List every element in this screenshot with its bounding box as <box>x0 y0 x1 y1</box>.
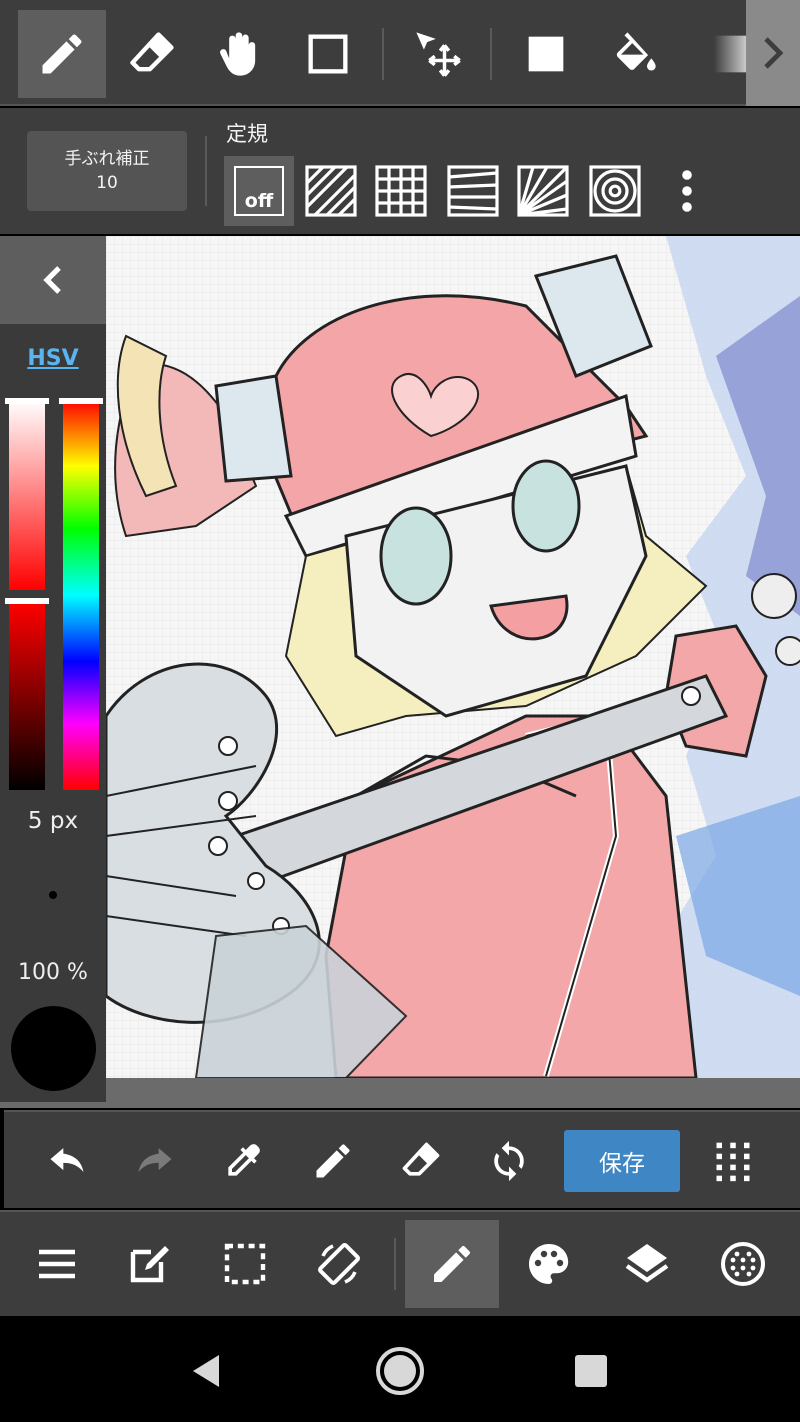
pen-icon <box>316 1144 350 1178</box>
save-button[interactable]: 保存 <box>564 1130 680 1192</box>
ruler-title: 定規 <box>226 122 268 146</box>
pen-icon <box>42 34 82 74</box>
rectangle-tool-button[interactable] <box>284 10 372 98</box>
eraser-icon <box>130 32 174 72</box>
home-circle-icon <box>376 1347 424 1395</box>
dotted-circle-icon <box>721 1242 765 1286</box>
ruler-perspective-button[interactable] <box>438 156 508 226</box>
stabilizer-button[interactable]: 手ぶれ補正 10 <box>27 131 187 211</box>
more-vertical-icon <box>682 170 692 212</box>
main-menu-button[interactable] <box>10 1220 104 1308</box>
saturation-slider[interactable] <box>5 398 49 590</box>
grid-ruler-icon <box>375 165 427 217</box>
redo-button[interactable] <box>120 1126 190 1196</box>
ruler-off-label: off <box>234 166 284 216</box>
toolbar-divider <box>382 28 384 80</box>
concentric-ruler-icon <box>589 165 641 217</box>
filled-square-icon <box>528 36 564 72</box>
move-select-tool-button[interactable] <box>394 10 482 98</box>
palette-icon <box>529 1244 569 1284</box>
ruler-divider <box>205 136 207 206</box>
color-panel: HSV 5 px 100 % <box>0 324 106 1102</box>
eyedropper-button[interactable] <box>208 1126 278 1196</box>
quick-pen-button[interactable] <box>298 1126 368 1196</box>
swap-button[interactable] <box>474 1126 544 1196</box>
ruler-bar: 手ぶれ補正 10 定規 off <box>0 108 800 234</box>
canvas-bottom-strip <box>0 1078 800 1108</box>
radial-ruler-icon <box>517 165 569 217</box>
rectangle-outline-icon <box>308 34 348 74</box>
material-button[interactable] <box>696 1220 790 1308</box>
ruler-radial-button[interactable] <box>508 156 578 226</box>
brush-size-label[interactable]: 5 px <box>0 808 106 834</box>
recents-square-icon <box>575 1355 607 1387</box>
brush-size-preview <box>49 891 57 899</box>
gradient-tool-button[interactable] <box>682 10 746 98</box>
hand-icon <box>220 32 256 76</box>
more-tools-button[interactable] <box>746 0 800 106</box>
action-bar: 保存 <box>4 1110 800 1208</box>
bucket-tool-button[interactable] <box>590 10 678 98</box>
tool-bar <box>0 0 800 106</box>
grid-dots-icon <box>716 1142 750 1182</box>
pen-tool-button[interactable] <box>18 10 106 98</box>
screen-rotation-icon <box>318 1243 360 1285</box>
color-mode-link[interactable]: HSV <box>0 346 106 371</box>
chevron-right-icon <box>764 37 784 69</box>
brush-menu-button[interactable] <box>405 1220 499 1308</box>
stabilizer-label: 手ぶれ補正 <box>64 149 150 169</box>
edit-button[interactable] <box>102 1220 196 1308</box>
back-button[interactable] <box>172 1336 242 1406</box>
collapse-panel-button[interactable] <box>0 236 106 324</box>
pen-icon <box>434 1245 470 1282</box>
chevron-left-icon <box>43 266 61 294</box>
dashed-selection-icon <box>224 1243 266 1285</box>
artwork-illustration <box>106 236 800 1078</box>
back-triangle-icon <box>193 1355 219 1387</box>
toolbar-divider <box>490 28 492 80</box>
quick-eraser-button[interactable] <box>386 1126 456 1196</box>
gradient-icon <box>714 35 746 73</box>
recents-button[interactable] <box>556 1336 626 1406</box>
rotate-canvas-button[interactable] <box>292 1220 386 1308</box>
drawing-canvas[interactable] <box>106 236 800 1078</box>
edit-square-icon <box>130 1246 169 1283</box>
bottom-menu-bar <box>0 1210 800 1316</box>
menubar-divider <box>394 1238 396 1290</box>
hue-slider[interactable] <box>59 398 103 790</box>
hue-handle[interactable] <box>59 398 103 404</box>
redo-icon <box>138 1148 172 1172</box>
eraser-tool-button[interactable] <box>108 10 196 98</box>
layers-button[interactable] <box>600 1220 694 1308</box>
ruler-concentric-button[interactable] <box>580 156 650 226</box>
stabilizer-value: 10 <box>96 173 118 193</box>
paint-bucket-icon <box>616 32 656 71</box>
home-button[interactable] <box>365 1336 435 1406</box>
hamburger-menu-icon <box>39 1249 75 1279</box>
eyedropper-icon <box>228 1144 260 1176</box>
hand-tool-button[interactable] <box>196 10 284 98</box>
ruler-grid-button[interactable] <box>366 156 436 226</box>
ruler-off-button[interactable]: off <box>224 156 294 226</box>
system-navigation-bar <box>0 1316 800 1422</box>
color-palette-button[interactable] <box>502 1220 596 1308</box>
opacity-label[interactable]: 100 % <box>0 960 106 985</box>
undo-button[interactable] <box>32 1126 102 1196</box>
value-slider[interactable] <box>5 598 49 790</box>
ruler-parallel-button[interactable] <box>296 156 366 226</box>
layers-icon <box>625 1244 669 1283</box>
eraser-icon <box>402 1142 440 1176</box>
move-arrow-icon <box>416 32 461 77</box>
grid-menu-button[interactable] <box>698 1126 768 1196</box>
value-handle[interactable] <box>5 598 49 604</box>
ruler-more-button[interactable] <box>652 156 722 226</box>
parallel-ruler-icon <box>305 165 357 217</box>
undo-icon <box>50 1148 84 1172</box>
saturation-handle[interactable] <box>5 398 49 404</box>
selection-button[interactable] <box>198 1220 292 1308</box>
swap-rotate-icon <box>494 1140 524 1182</box>
current-color-swatch[interactable] <box>11 1006 96 1091</box>
fill-square-tool-button[interactable] <box>502 10 590 98</box>
perspective-ruler-icon <box>447 165 499 217</box>
